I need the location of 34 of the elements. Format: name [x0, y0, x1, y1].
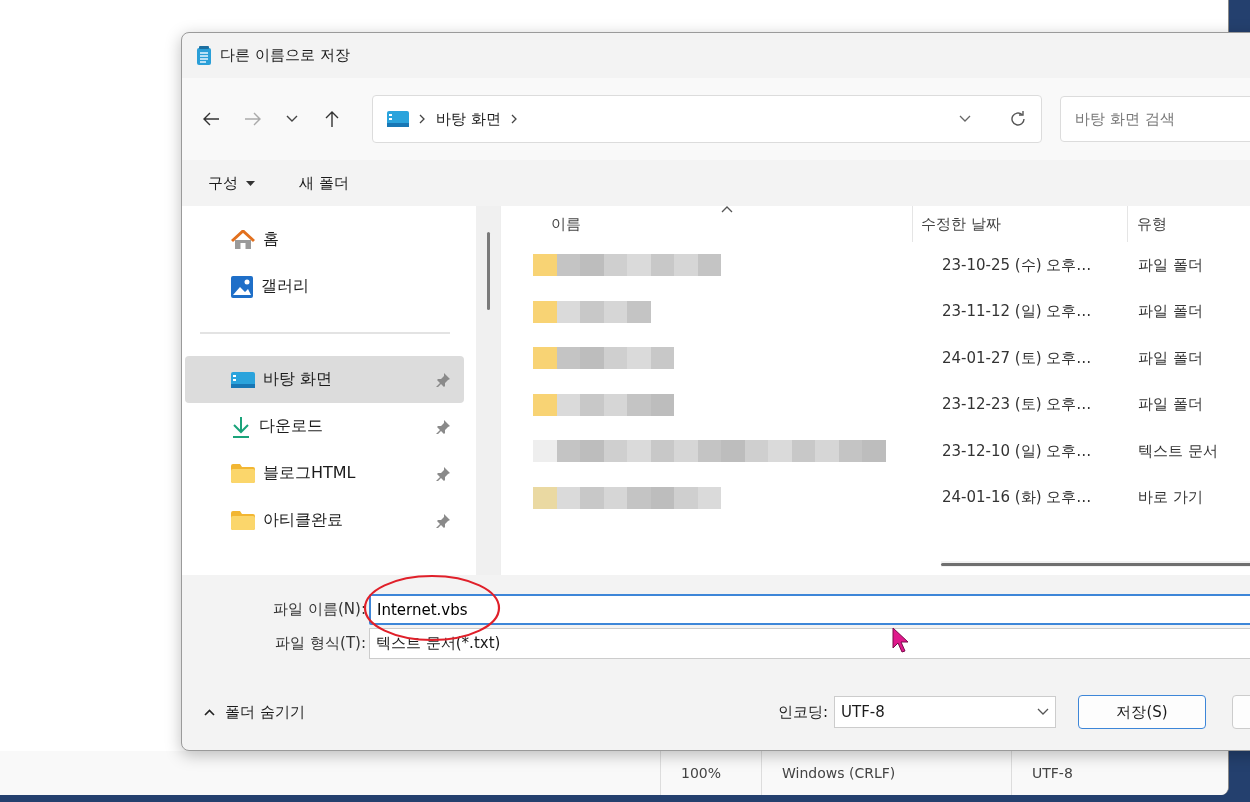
date-cell-text: 23-12-10 (일) 오후… [941, 441, 1093, 461]
type-cell: 파일 폴더 [1138, 395, 1203, 415]
sidebar-item[interactable]: 블로그HTML [185, 450, 464, 497]
encoding-dropdown[interactable]: UTF-8 [834, 696, 1056, 728]
breadcrumb-item[interactable]: 바탕 화면 [436, 109, 501, 129]
type-cell: 파일 폴더 [1138, 348, 1203, 368]
column-header[interactable]: 수정한 날짜 [912, 206, 1127, 242]
field-label: 파일 이름(N): [272, 600, 367, 619]
type-cell: 텍스트 문서 [1138, 441, 1218, 461]
command-button[interactable]: 구성 [198, 167, 265, 199]
dialog-title: 다른 이름으로 저장 [220, 46, 350, 65]
encoding-label: 인코딩: [777, 702, 828, 722]
date-cell-text: 23-10-25 (수) 오후… [941, 255, 1093, 275]
column-header[interactable]: 유형 [1127, 206, 1250, 242]
type-cell: 파일 폴더 [1138, 302, 1203, 322]
sidebar-item[interactable]: 홈 [185, 216, 464, 263]
file-name-field[interactable]: Internet.vbs [369, 594, 1250, 625]
address-bar[interactable]: 바탕 화면 [372, 95, 1042, 143]
sidebar-item[interactable]: 다운로드 [185, 403, 464, 450]
search-field[interactable]: 바탕 화면 검색 [1060, 96, 1250, 142]
hide-folders-button[interactable]: 폴더 숨기기 [198, 696, 311, 728]
sidebar-item[interactable]: 아티클완료 [185, 497, 464, 544]
sidebar-item[interactable]: 갤러리 [185, 263, 464, 310]
column-header[interactable]: 이름 [501, 206, 912, 242]
type-cell: 바로 가기 [1138, 488, 1203, 508]
field-label: 파일 형식(T): [274, 634, 367, 653]
command-button[interactable]: 새 폴더 [289, 167, 359, 199]
date-cell-text: 24-01-16 (화) 오후… [941, 488, 1093, 508]
save-button[interactable]: 저장(S) [1078, 695, 1206, 729]
type-cell: 파일 폴더 [1138, 255, 1203, 275]
date-cell-text: 23-12-23 (토) 오후… [941, 395, 1093, 415]
date-cell-text: 24-01-27 (토) 오후… [941, 348, 1093, 368]
date-cell-text: 23-11-12 (일) 오후… [941, 302, 1093, 322]
sidebar-item[interactable]: 바탕 화면 [185, 356, 464, 403]
